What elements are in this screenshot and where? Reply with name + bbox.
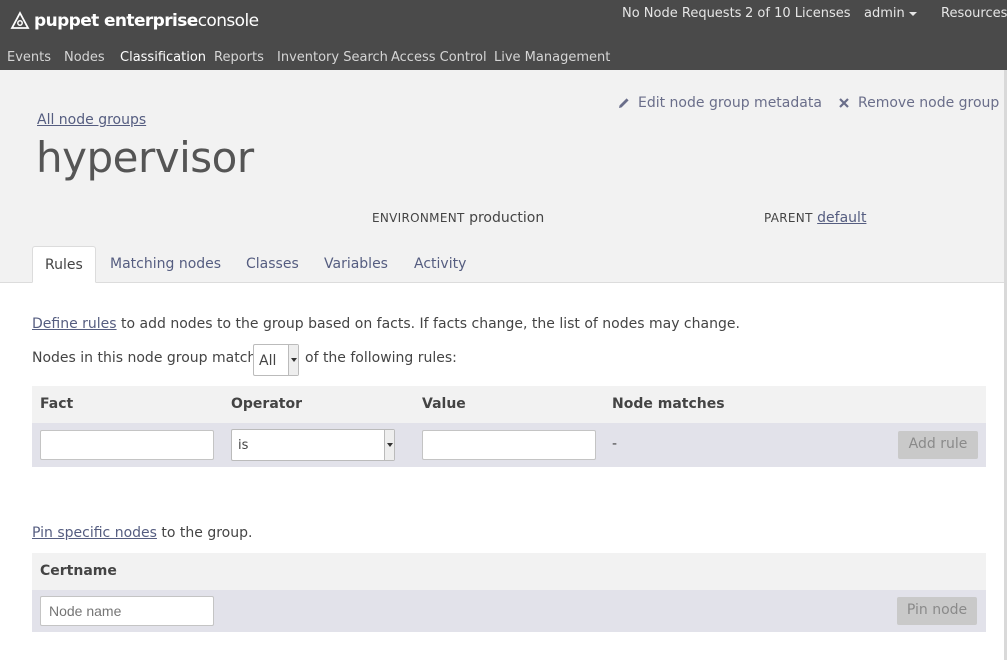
rules-table-header [32,386,986,423]
tab-classes[interactable]: Classes [234,246,311,283]
pin-intro: Pin specific nodes to the group. [32,525,252,541]
column-node-matches: Node matches [612,396,725,412]
nav-access-control[interactable]: Access Control [391,50,487,65]
match-mode-select[interactable]: All [253,344,299,376]
node-requests-link[interactable]: No Node Requests [622,6,741,21]
tab-rules[interactable]: Rules [32,246,96,283]
remove-group-label: Remove node group [858,95,1000,111]
chevron-down-icon [384,430,394,460]
node-name-input[interactable] [40,596,214,626]
nav-reports[interactable]: Reports [214,50,264,65]
tab-variables[interactable]: Variables [312,246,400,283]
node-matches-count: - [612,436,618,452]
column-value: Value [422,396,466,412]
match-mode-value: All [259,353,277,369]
nav-inventory-search[interactable]: Inventory Search [277,50,388,65]
pin-specific-nodes-link[interactable]: Pin specific nodes [32,525,157,541]
value-input[interactable] [422,430,596,460]
parent-info: PARENT default [764,210,866,226]
top-bar: puppet enterprise console No Node Request… [0,0,1007,70]
operator-select[interactable]: is [231,429,395,461]
operator-value: is [238,438,249,453]
close-icon [839,98,849,108]
column-certname: Certname [40,563,117,579]
brand-name: puppet enterprise [34,11,198,31]
chevron-down-icon [288,345,298,375]
user-name: admin [864,6,905,21]
pin-node-button[interactable]: Pin node [897,597,977,625]
nav-classification[interactable]: Classification [120,50,206,65]
define-rules-link[interactable]: Define rules [32,316,117,332]
brand-suffix: console [197,11,259,31]
nav-live-management[interactable]: Live Management [494,50,610,65]
column-operator: Operator [231,396,302,412]
parent-label: PARENT [764,211,813,225]
add-rule-button[interactable]: Add rule [898,431,978,459]
nav-nodes[interactable]: Nodes [64,50,105,65]
environment-value: production [469,210,545,226]
chevron-down-icon [908,11,917,16]
rules-intro: Define rules to add nodes to the group b… [32,316,740,332]
tab-activity[interactable]: Activity [402,246,478,283]
match-prefix: Nodes in this node group match [32,350,257,366]
parent-link[interactable]: default [817,210,866,226]
column-fact: Fact [40,396,74,412]
resources-menu[interactable]: Resources [941,6,1007,21]
puppet-logo-icon [10,11,30,29]
breadcrumb-all-node-groups[interactable]: All node groups [37,112,146,128]
pin-table-header [32,553,986,590]
edit-metadata-label: Edit node group metadata [638,95,822,111]
environment-label: ENVIRONMENT [372,211,465,225]
nav-events[interactable]: Events [7,50,51,65]
remove-group-button[interactable]: Remove node group [838,95,999,111]
pencil-icon [619,98,629,108]
user-menu[interactable]: admin [864,6,917,21]
environment-info: ENVIRONMENT production [372,210,544,226]
match-suffix: of the following rules: [305,350,457,366]
edit-metadata-button[interactable]: Edit node group metadata [618,95,822,111]
licenses-link[interactable]: 2 of 10 Licenses [745,6,851,21]
pin-intro-text: to the group. [161,525,253,541]
rules-intro-text: to add nodes to the group based on facts… [121,316,740,332]
page-title: hypervisor [36,133,254,182]
fact-input[interactable] [40,430,214,460]
tab-matching-nodes[interactable]: Matching nodes [98,246,233,283]
brand-logo[interactable]: puppet enterprise console [10,9,259,33]
